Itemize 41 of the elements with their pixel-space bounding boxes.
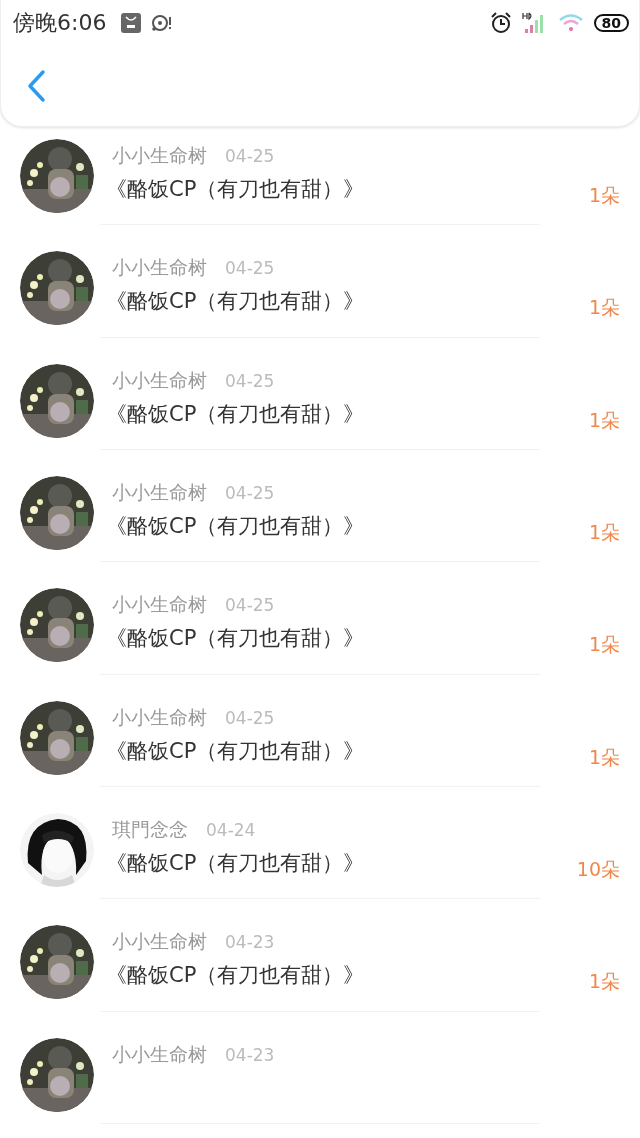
date-text: 04-25 (225, 370, 275, 391)
user-name: 小小生命树 (112, 929, 207, 955)
date-text: 04-25 (225, 146, 275, 166)
work-title: 《酪饭CP（有刀也有甜）》 (106, 625, 366, 653)
work-title: 《酪饭CP（有刀也有甜）》 (106, 288, 366, 316)
alarm-icon (489, 12, 512, 34)
flower-count: 1朵 (588, 520, 620, 545)
user-name: 小小生命树 (112, 704, 207, 730)
status-time: 傍晚6:06 (13, 9, 107, 37)
work-title: 《酪饭CP（有刀也有甜）》 (106, 737, 366, 765)
user-name: 小小生命树 (112, 367, 207, 393)
flower-count: 1朵 (588, 183, 620, 208)
battery-indicator: 80 (593, 14, 629, 32)
user-name: 小小生命树 (112, 1041, 207, 1067)
flower-count: 1朵 (588, 969, 620, 995)
store-icon (120, 12, 143, 34)
flower-count: 10朵 (576, 856, 620, 882)
back-icon[interactable] (26, 69, 46, 103)
date-text: 04-25 (225, 258, 275, 279)
flower-count: 1朵 (588, 632, 620, 658)
user-name: 小小生命树 (112, 480, 207, 505)
date-text: 04-23 (225, 932, 275, 953)
flower-count: 1朵 (588, 407, 620, 433)
date-text: 04-25 (225, 707, 275, 728)
wifi-icon (557, 13, 584, 33)
date-text: 04-23 (225, 1044, 275, 1065)
work-title: 《酪饭CP（有刀也有甜）》 (106, 400, 366, 428)
user-name: 小小生命树 (112, 143, 207, 168)
work-title: 《酪饭CP（有刀也有甜）》 (106, 962, 366, 990)
disc-icon (152, 14, 173, 32)
flower-count: 1朵 (588, 295, 620, 321)
work-title: 《酪饭CP（有刀也有甜）》 (106, 176, 366, 203)
flower-count: 1朵 (588, 744, 620, 770)
date-text: 04-25 (225, 595, 275, 616)
user-name: 小小生命树 (112, 592, 207, 618)
date-text: 04-24 (206, 819, 256, 840)
date-text: 04-25 (225, 483, 275, 503)
work-title: 《酪饭CP（有刀也有甜）》 (106, 849, 366, 877)
user-name: 琪門念念 (112, 816, 188, 842)
user-name: 小小生命树 (112, 255, 207, 281)
work-title: 《酪饭CP（有刀也有甜）》 (106, 513, 366, 540)
